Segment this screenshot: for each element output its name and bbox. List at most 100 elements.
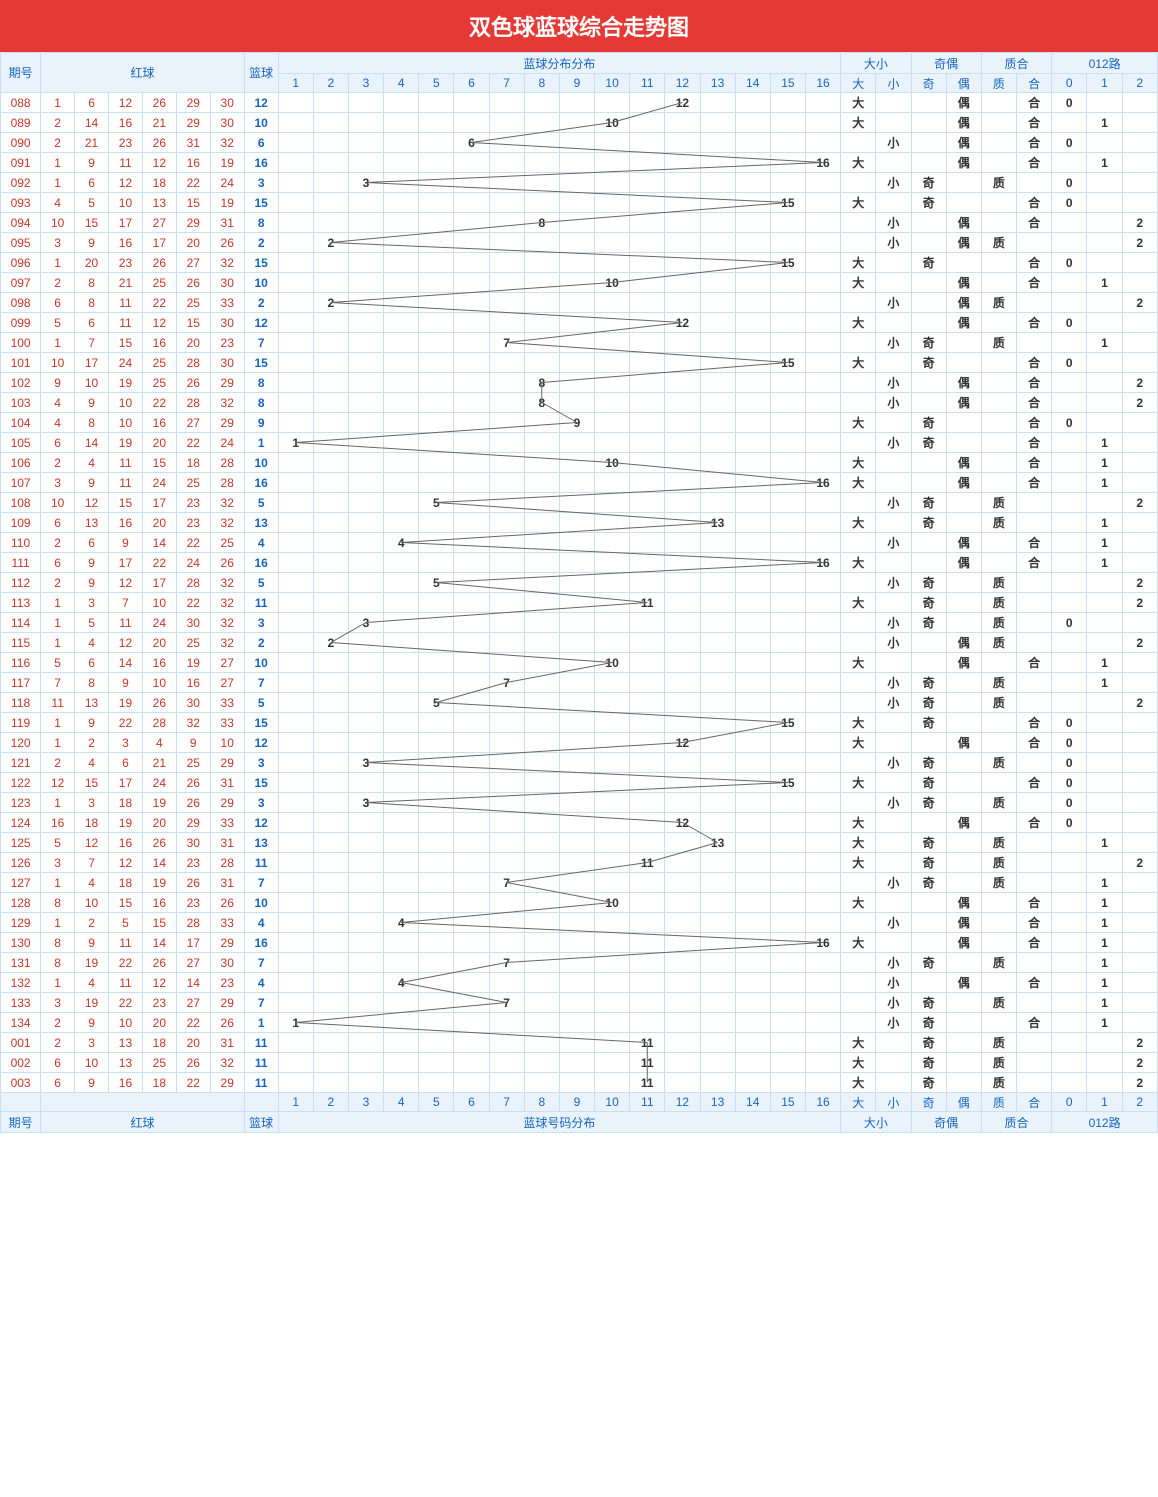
prime-cell <box>981 933 1016 953</box>
dist-cell <box>384 753 419 773</box>
dist-cell: 16 <box>805 553 840 573</box>
parity-cell: 奇 <box>911 433 946 453</box>
road-cell <box>1052 1033 1087 1053</box>
dist-cell <box>454 233 489 253</box>
parity-cell <box>946 493 981 513</box>
road-cell <box>1122 353 1158 373</box>
red-ball-cell: 1 <box>41 733 75 753</box>
prime-cell <box>981 733 1016 753</box>
prime-cell <box>981 773 1016 793</box>
parity-cell: 偶 <box>946 393 981 413</box>
road-cell <box>1122 453 1158 473</box>
dist-cell <box>278 933 313 953</box>
dist-cell <box>735 893 770 913</box>
dist-cell <box>700 113 735 133</box>
dist-cell <box>454 1053 489 1073</box>
size-cell <box>876 113 911 133</box>
dist-cell <box>489 393 524 413</box>
dist-cell <box>735 973 770 993</box>
red-ball-cell: 30 <box>210 113 244 133</box>
dist-cell <box>665 213 700 233</box>
dist-cell <box>735 733 770 753</box>
red-ball-cell: 16 <box>109 833 143 853</box>
trend-table: 期号 红球 篮球 蓝球分布分布 大小 奇偶 质合 012路 1234567891… <box>0 52 1158 1133</box>
red-ball-cell: 20 <box>176 233 210 253</box>
dist-cell <box>454 253 489 273</box>
dist-cell <box>419 393 454 413</box>
road-cell: 0 <box>1052 353 1087 373</box>
red-ball-cell: 25 <box>176 473 210 493</box>
dist-cell <box>630 693 665 713</box>
dist-cell <box>630 213 665 233</box>
dist-cell <box>419 873 454 893</box>
red-ball-cell: 12 <box>142 973 176 993</box>
road-cell <box>1052 533 1087 553</box>
red-ball-cell: 22 <box>176 433 210 453</box>
sub-header-cell: 3 <box>348 74 383 93</box>
red-ball-cell: 6 <box>41 513 75 533</box>
red-ball-cell: 9 <box>75 713 109 733</box>
road-cell <box>1052 213 1087 233</box>
dist-cell <box>770 513 805 533</box>
dist-cell <box>770 313 805 333</box>
red-ball-cell: 17 <box>109 553 143 573</box>
sub-header-cell: 11 <box>630 74 665 93</box>
dist-cell <box>665 653 700 673</box>
dist-cell <box>805 833 840 853</box>
road-cell <box>1052 953 1087 973</box>
dist-cell <box>665 693 700 713</box>
dist-cell <box>700 333 735 353</box>
dist-cell <box>278 293 313 313</box>
red-ball-cell: 9 <box>75 1073 109 1093</box>
road-cell: 1 <box>1087 913 1122 933</box>
footer-dist: 蓝球号码分布 <box>278 1112 841 1133</box>
prime-cell <box>981 93 1016 113</box>
dist-cell <box>630 433 665 453</box>
size-cell <box>841 373 876 393</box>
dist-cell <box>489 753 524 773</box>
dist-cell <box>559 813 594 833</box>
dist-cell <box>524 833 559 853</box>
red-ball-cell: 5 <box>41 653 75 673</box>
dist-cell <box>665 273 700 293</box>
dist-cell <box>805 873 840 893</box>
dist-cell <box>630 913 665 933</box>
dist-cell <box>524 93 559 113</box>
dist-cell <box>419 913 454 933</box>
sub-header-cell: 小 <box>876 74 911 93</box>
dist-cell <box>489 713 524 733</box>
size-cell: 大 <box>841 553 876 573</box>
prime-cell <box>981 193 1016 213</box>
period-cell: 119 <box>1 713 41 733</box>
period-cell: 094 <box>1 213 41 233</box>
period-cell: 122 <box>1 773 41 793</box>
dist-cell <box>595 1073 630 1093</box>
blue-ball-cell: 7 <box>244 873 278 893</box>
sub-footer-cell: 1 <box>278 1093 313 1112</box>
red-ball-cell: 16 <box>142 413 176 433</box>
road-cell: 1 <box>1087 513 1122 533</box>
period-cell: 107 <box>1 473 41 493</box>
red-ball-cell: 23 <box>142 993 176 1013</box>
dist-cell <box>384 93 419 113</box>
road-cell <box>1122 773 1158 793</box>
dist-cell <box>595 813 630 833</box>
red-ball-cell: 26 <box>176 373 210 393</box>
parity-cell <box>946 433 981 453</box>
dist-cell <box>559 173 594 193</box>
road-cell <box>1087 753 1122 773</box>
red-ball-cell: 23 <box>210 973 244 993</box>
blue-ball-cell: 5 <box>244 693 278 713</box>
table-row: 089214162129301010大偶合1 <box>1 113 1158 133</box>
dist-cell <box>770 493 805 513</box>
dist-cell <box>419 713 454 733</box>
dist-cell <box>419 333 454 353</box>
red-ball-cell: 10 <box>41 213 75 233</box>
dist-cell <box>313 553 348 573</box>
dist-cell <box>419 533 454 553</box>
red-ball-cell: 22 <box>142 393 176 413</box>
dist-cell <box>805 513 840 533</box>
dist-cell <box>770 873 805 893</box>
dist-cell <box>524 473 559 493</box>
period-cell: 002 <box>1 1053 41 1073</box>
